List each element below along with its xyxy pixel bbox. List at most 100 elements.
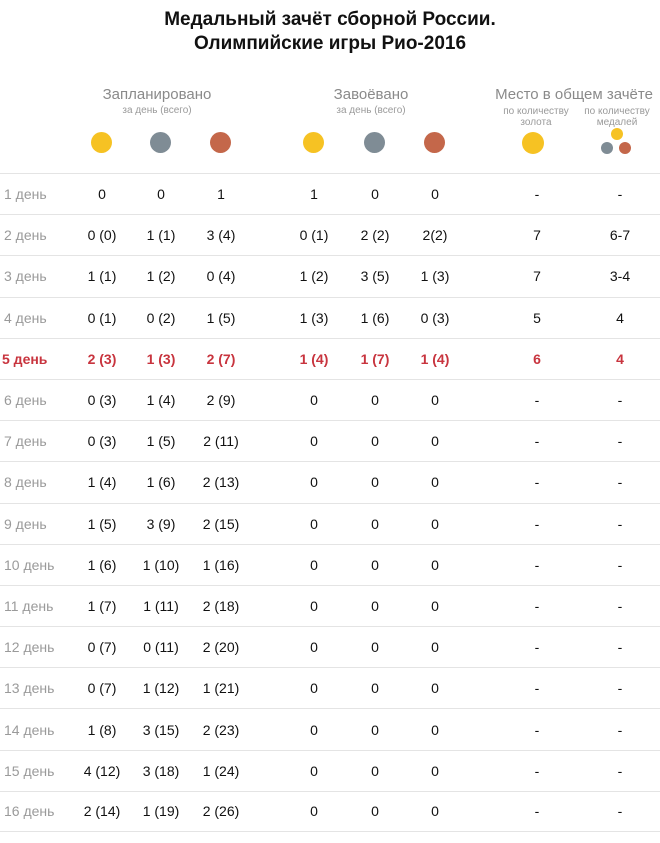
won-silver-cell: 0	[371, 392, 379, 409]
won-gold-cell: 1 (2)	[299, 268, 329, 285]
day-label: 16 день	[4, 803, 55, 820]
planned-bronze-cell: 1	[217, 186, 225, 203]
won-gold-cell: 0	[310, 433, 318, 450]
won-bronze-cell: 0	[431, 639, 439, 656]
table-row: 6 день 0 (3) 1 (4) 2 (9) 0 0 0 - -	[0, 378, 660, 420]
day-label: 14 день	[4, 721, 55, 738]
place-gold-cell: -	[534, 474, 540, 491]
planned-silver-cell: 1 (3)	[146, 350, 176, 367]
won-gold-cell: 1 (4)	[299, 350, 329, 367]
planned-gold-cell: 4 (12)	[83, 762, 121, 779]
bronze-medal-icon	[210, 132, 231, 153]
planned-silver-cell: 1 (5)	[146, 433, 176, 450]
won-bronze-cell: 0	[431, 392, 439, 409]
won-bronze-cell: 0	[431, 515, 439, 532]
place-gold-cell: -	[534, 433, 540, 450]
table-row: 3 день 1 (1) 1 (2) 0 (4) 1 (2) 3 (5) 1 (3) 7 3-4	[0, 255, 660, 296]
planned-silver-cell: 3 (18)	[142, 762, 180, 779]
won-silver-cell: 2 (2)	[360, 227, 390, 244]
title-line-1: Медальный зачёт сборной России.	[164, 9, 496, 30]
won-gold-cell: 0	[310, 474, 318, 491]
place-gold-cell: 7	[533, 227, 541, 244]
won-gold-cell: 0	[310, 803, 318, 820]
planned-gold-cell: 2 (3)	[87, 350, 117, 367]
place-gold-cell: -	[534, 762, 540, 779]
place-gold-cell: -	[534, 803, 540, 820]
bronze-medal-icon	[619, 142, 631, 154]
won-bronze-cell: 0	[431, 803, 439, 820]
planned-bronze-cell: 0 (4)	[206, 268, 236, 285]
planned-bronze-cell: 2 (7)	[206, 350, 236, 367]
won-header: Завоёвано	[333, 86, 409, 103]
planned-gold-cell: 1 (7)	[87, 597, 117, 614]
table-row: 4 день 0 (1) 0 (2) 1 (5) 1 (3) 1 (6) 0 (3) 5 4	[0, 296, 660, 338]
table-row: 8 день 1 (4) 1 (6) 2 (13) 0 0 0 - -	[0, 461, 660, 502]
won-gold-cell: 0	[310, 597, 318, 614]
gold-medal-icon	[303, 132, 324, 153]
won-bronze-cell: 0	[431, 474, 439, 491]
planned-silver-cell: 1 (10)	[142, 556, 180, 573]
planned-bronze-cell: 2 (15)	[202, 515, 240, 532]
table-row: 9 день 1 (5) 3 (9) 2 (15) 0 0 0 - -	[0, 502, 660, 544]
gold-medal-icon	[91, 132, 112, 153]
planned-gold-cell: 0	[98, 186, 106, 203]
won-gold-cell: 0	[310, 721, 318, 738]
table-row: 1 день 0 0 1 1 0 0 - -	[0, 173, 660, 214]
table-row: 7 день 0 (3) 1 (5) 2 (11) 0 0 0 - -	[0, 420, 660, 461]
planned-subheader: за день (всего)	[122, 105, 192, 116]
table-row: 13 день 0 (7) 1 (12) 1 (21) 0 0 0 - -	[0, 667, 660, 708]
planned-header: Запланировано	[102, 86, 212, 103]
place-medals-cell: -	[617, 186, 623, 203]
place-medals-subheader: по количеству медалей	[584, 106, 650, 128]
won-gold-cell: 0	[310, 556, 318, 573]
place-medals-cell: -	[617, 433, 623, 450]
place-gold-cell: -	[534, 186, 540, 203]
page-title: Медальный зачёт сборной России. Олимпийс…	[0, 8, 660, 56]
gold-medal-icon	[611, 128, 623, 140]
place-gold-cell: -	[534, 721, 540, 738]
won-subheader: за день (всего)	[336, 105, 406, 116]
planned-silver-cell: 1 (6)	[146, 474, 176, 491]
won-silver-cell: 0	[371, 803, 379, 820]
place-gold-cell: -	[534, 556, 540, 573]
planned-gold-cell: 0 (0)	[87, 227, 117, 244]
planned-gold-cell: 1 (5)	[87, 515, 117, 532]
planned-bronze-cell: 1 (5)	[206, 309, 236, 326]
place-gold-cell: -	[534, 639, 540, 656]
place-medals-cell: -	[617, 515, 623, 532]
planned-bronze-cell: 2 (13)	[202, 474, 240, 491]
planned-bronze-cell: 2 (23)	[202, 721, 240, 738]
place-medals-cell: -	[617, 721, 623, 738]
place-header: Место в общем зачёте	[495, 86, 653, 103]
planned-silver-cell: 1 (2)	[146, 268, 176, 285]
won-bronze-cell: 0	[431, 762, 439, 779]
place-medals-cell: -	[617, 639, 623, 656]
won-silver-cell: 0	[371, 556, 379, 573]
planned-silver-cell: 0 (2)	[146, 309, 176, 326]
silver-medal-icon	[364, 132, 385, 153]
won-bronze-cell: 0	[431, 721, 439, 738]
won-bronze-cell: 0	[431, 433, 439, 450]
planned-silver-cell: 3 (9)	[146, 515, 176, 532]
won-silver-cell: 3 (5)	[360, 268, 390, 285]
place-medals-cell: 4	[616, 309, 624, 326]
won-silver-cell: 1 (6)	[360, 309, 390, 326]
won-silver-cell: 0	[371, 762, 379, 779]
place-medals-cell: -	[617, 597, 623, 614]
won-bronze-cell: 1 (3)	[420, 268, 450, 285]
planned-gold-cell: 0 (7)	[87, 680, 117, 697]
place-medals-cell: -	[617, 392, 623, 409]
silver-medal-icon	[150, 132, 171, 153]
place-gold-subheader: по количеству золота	[503, 106, 569, 128]
table-row: 12 день 0 (7) 0 (11) 2 (20) 0 0 0 - -	[0, 626, 660, 667]
planned-silver-cell: 1 (1)	[146, 227, 176, 244]
place-medals-cell: -	[617, 762, 623, 779]
won-gold-cell: 0	[310, 762, 318, 779]
planned-bronze-cell: 2 (9)	[206, 392, 236, 409]
planned-bronze-cell: 2 (26)	[202, 803, 240, 820]
won-silver-cell: 0	[371, 639, 379, 656]
planned-gold-cell: 0 (1)	[87, 309, 117, 326]
won-bronze-cell: 2(2)	[422, 227, 448, 244]
place-gold-cell: 7	[533, 268, 541, 285]
planned-gold-cell: 1 (6)	[87, 556, 117, 573]
